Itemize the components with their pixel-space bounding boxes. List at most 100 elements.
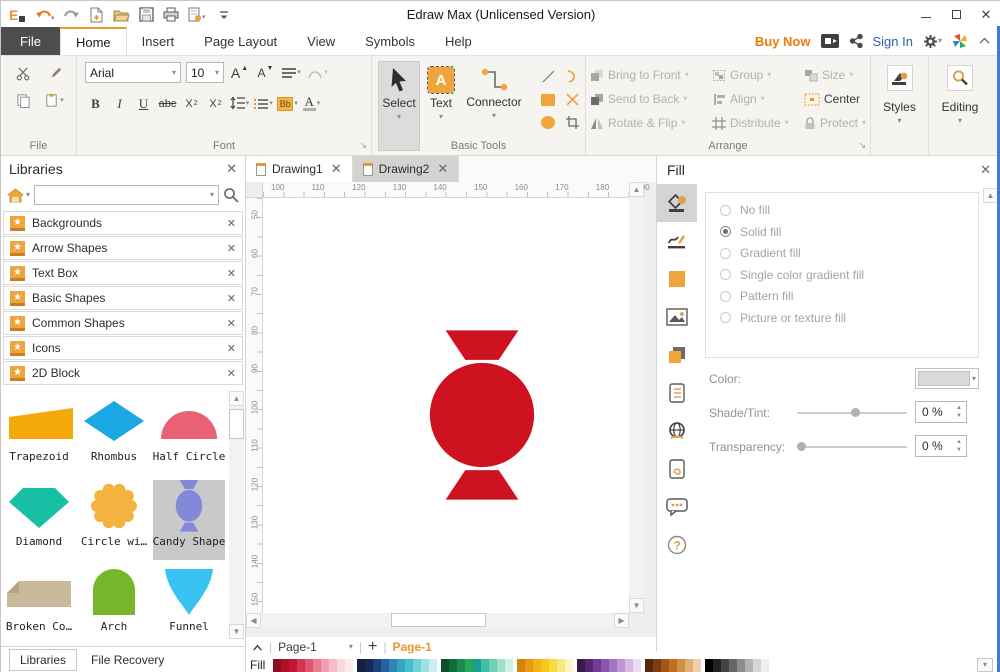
palette-swatch[interactable]	[413, 659, 421, 672]
palette-swatch[interactable]	[289, 659, 297, 672]
arrange-group-button[interactable]: Group▾	[712, 63, 804, 87]
radio-button[interactable]	[720, 312, 731, 323]
palette-swatch[interactable]	[421, 659, 429, 672]
scroll-right-icon[interactable]: ▶	[614, 613, 629, 628]
color-dropdown[interactable]: ▾	[915, 368, 979, 389]
palette-swatch[interactable]	[345, 659, 353, 672]
bold-button[interactable]: B	[85, 93, 106, 114]
undo-icon[interactable]: ▾	[35, 5, 55, 25]
page-setup-tool-icon[interactable]	[657, 374, 697, 412]
text-arc-icon[interactable]: ▾	[307, 62, 328, 83]
cut-icon[interactable]	[13, 63, 34, 84]
text-align-icon[interactable]: ▾	[281, 62, 302, 83]
palette-swatch[interactable]	[305, 659, 313, 672]
arrange-bring-front-button[interactable]: Bring to Front▾	[590, 63, 712, 87]
gallery-scrollbar[interactable]: ▲ ▼	[229, 391, 244, 639]
library-item-close-icon[interactable]: ✕	[227, 217, 236, 230]
help-tool-icon[interactable]: ?	[657, 526, 697, 564]
palette-swatch[interactable]	[753, 659, 761, 672]
palette-swatch[interactable]	[533, 659, 541, 672]
gallery-shape-diamond[interactable]: Diamond	[3, 480, 75, 560]
radio-button[interactable]	[720, 269, 731, 280]
drawing-canvas[interactable]	[263, 198, 629, 613]
increase-font-icon[interactable]: A▲	[229, 62, 250, 83]
gallery-shape-halfcircle[interactable]: Half Circle	[153, 395, 225, 475]
collapse-ribbon-icon[interactable]	[978, 36, 991, 46]
palette-swatch[interactable]	[661, 659, 669, 672]
select-tool-button[interactable]: Select▾	[378, 61, 420, 151]
library-item-close-icon[interactable]: ✕	[227, 242, 236, 255]
menu-tab-insert[interactable]: Insert	[127, 27, 190, 55]
gallery-shape-scallop[interactable]: Circle wi…	[78, 480, 150, 560]
scroll-down-icon[interactable]: ▼	[629, 598, 644, 613]
fill-option-gradient-fill[interactable]: Gradient fill	[720, 246, 978, 260]
doc-tab-close-icon[interactable]: ✕	[331, 161, 342, 177]
gallery-scroll-down-icon[interactable]: ▼	[229, 624, 244, 639]
gallery-shape-funnel[interactable]: Funnel	[153, 565, 225, 645]
attachment-tool-icon[interactable]	[657, 450, 697, 488]
freeform-tool-icon[interactable]	[565, 92, 580, 107]
shade-tint-slider[interactable]	[797, 412, 907, 414]
palette-swatch[interactable]	[645, 659, 653, 672]
gallery-scroll-up-icon[interactable]: ▲	[229, 391, 244, 406]
print-icon[interactable]	[163, 5, 179, 25]
palette-swatch[interactable]	[685, 659, 693, 672]
scroll-left-icon[interactable]: ◀	[246, 613, 261, 628]
quick-color-tool-icon[interactable]	[657, 260, 697, 298]
radio-button[interactable]	[720, 226, 731, 237]
palette-swatch[interactable]	[505, 659, 513, 672]
library-item-close-icon[interactable]: ✕	[227, 292, 236, 305]
line-tool-icon[interactable]	[657, 222, 697, 260]
paste-icon[interactable]: ▾	[44, 90, 65, 111]
fill-option-single-color-gradient-fill[interactable]: Single color gradient fill	[720, 268, 978, 282]
text-highlight-icon[interactable]: Bb▾	[277, 93, 298, 114]
palette-swatch[interactable]	[713, 659, 721, 672]
palette-swatch[interactable]	[601, 659, 609, 672]
palette-swatch[interactable]	[397, 659, 405, 672]
editing-button[interactable]: Editing▾	[931, 61, 989, 151]
comment-tool-icon[interactable]	[657, 488, 697, 526]
decrease-font-icon[interactable]: A▼	[255, 62, 276, 83]
palette-swatch[interactable]	[441, 659, 449, 672]
menu-tab-page-layout[interactable]: Page Layout	[189, 27, 292, 55]
connector-tool-button[interactable]: Connector▾	[462, 61, 526, 151]
new-document-icon[interactable]	[89, 5, 104, 25]
text-tool-button[interactable]: A Text▾	[420, 61, 462, 151]
arrange-align-button[interactable]: Align▾	[712, 87, 804, 111]
status-tab-file-recovery[interactable]: File Recovery	[81, 650, 174, 670]
doc-tab-drawing2[interactable]: Drawing2✕	[353, 156, 460, 182]
crop-tool-icon[interactable]	[565, 115, 580, 130]
palette-swatch[interactable]	[693, 659, 701, 672]
close-button[interactable]: ✕	[971, 4, 1000, 26]
search-icon[interactable]	[223, 187, 239, 203]
doc-tab-drawing1[interactable]: Drawing1✕	[246, 156, 353, 182]
rectangle-tool-icon[interactable]	[541, 94, 555, 106]
palette-swatch[interactable]	[429, 659, 437, 672]
arrange-center-button[interactable]: Center	[804, 87, 872, 111]
gallery-shape-broken[interactable]: Broken Co…	[3, 565, 75, 645]
palette-swatch[interactable]	[281, 659, 289, 672]
arrange-protect-button[interactable]: Protect▾	[804, 111, 872, 135]
palette-swatch[interactable]	[365, 659, 373, 672]
arrange-size-button[interactable]: Size▾	[804, 63, 872, 87]
page-tab[interactable]: Page-1	[392, 640, 431, 654]
menu-tab-file[interactable]: File	[1, 27, 60, 55]
palette-swatch[interactable]	[357, 659, 365, 672]
palette-swatch[interactable]	[373, 659, 381, 672]
palette-swatch[interactable]	[457, 659, 465, 672]
subscript-button[interactable]: X2	[181, 93, 202, 114]
libraries-close-icon[interactable]: ✕	[226, 161, 237, 177]
palette-swatch[interactable]	[721, 659, 729, 672]
gallery-shape-trapezoid[interactable]: Trapezoid	[3, 395, 75, 475]
radio-button[interactable]	[720, 291, 731, 302]
library-item-common-shapes[interactable]: ★Common Shapes✕	[3, 311, 243, 335]
fill-option-no-fill[interactable]: No fill	[720, 203, 978, 217]
menu-tab-symbols[interactable]: Symbols	[350, 27, 430, 55]
community-pinwheel-icon[interactable]	[952, 33, 968, 49]
page-selector-caret[interactable]: ▾	[349, 643, 353, 651]
radio-button[interactable]	[720, 248, 731, 259]
page-selector[interactable]: Page-1	[278, 640, 317, 654]
maximize-button[interactable]	[941, 4, 971, 26]
modify-document-icon[interactable]: ▾	[188, 5, 210, 25]
library-search-input[interactable]: ▾	[34, 185, 219, 205]
